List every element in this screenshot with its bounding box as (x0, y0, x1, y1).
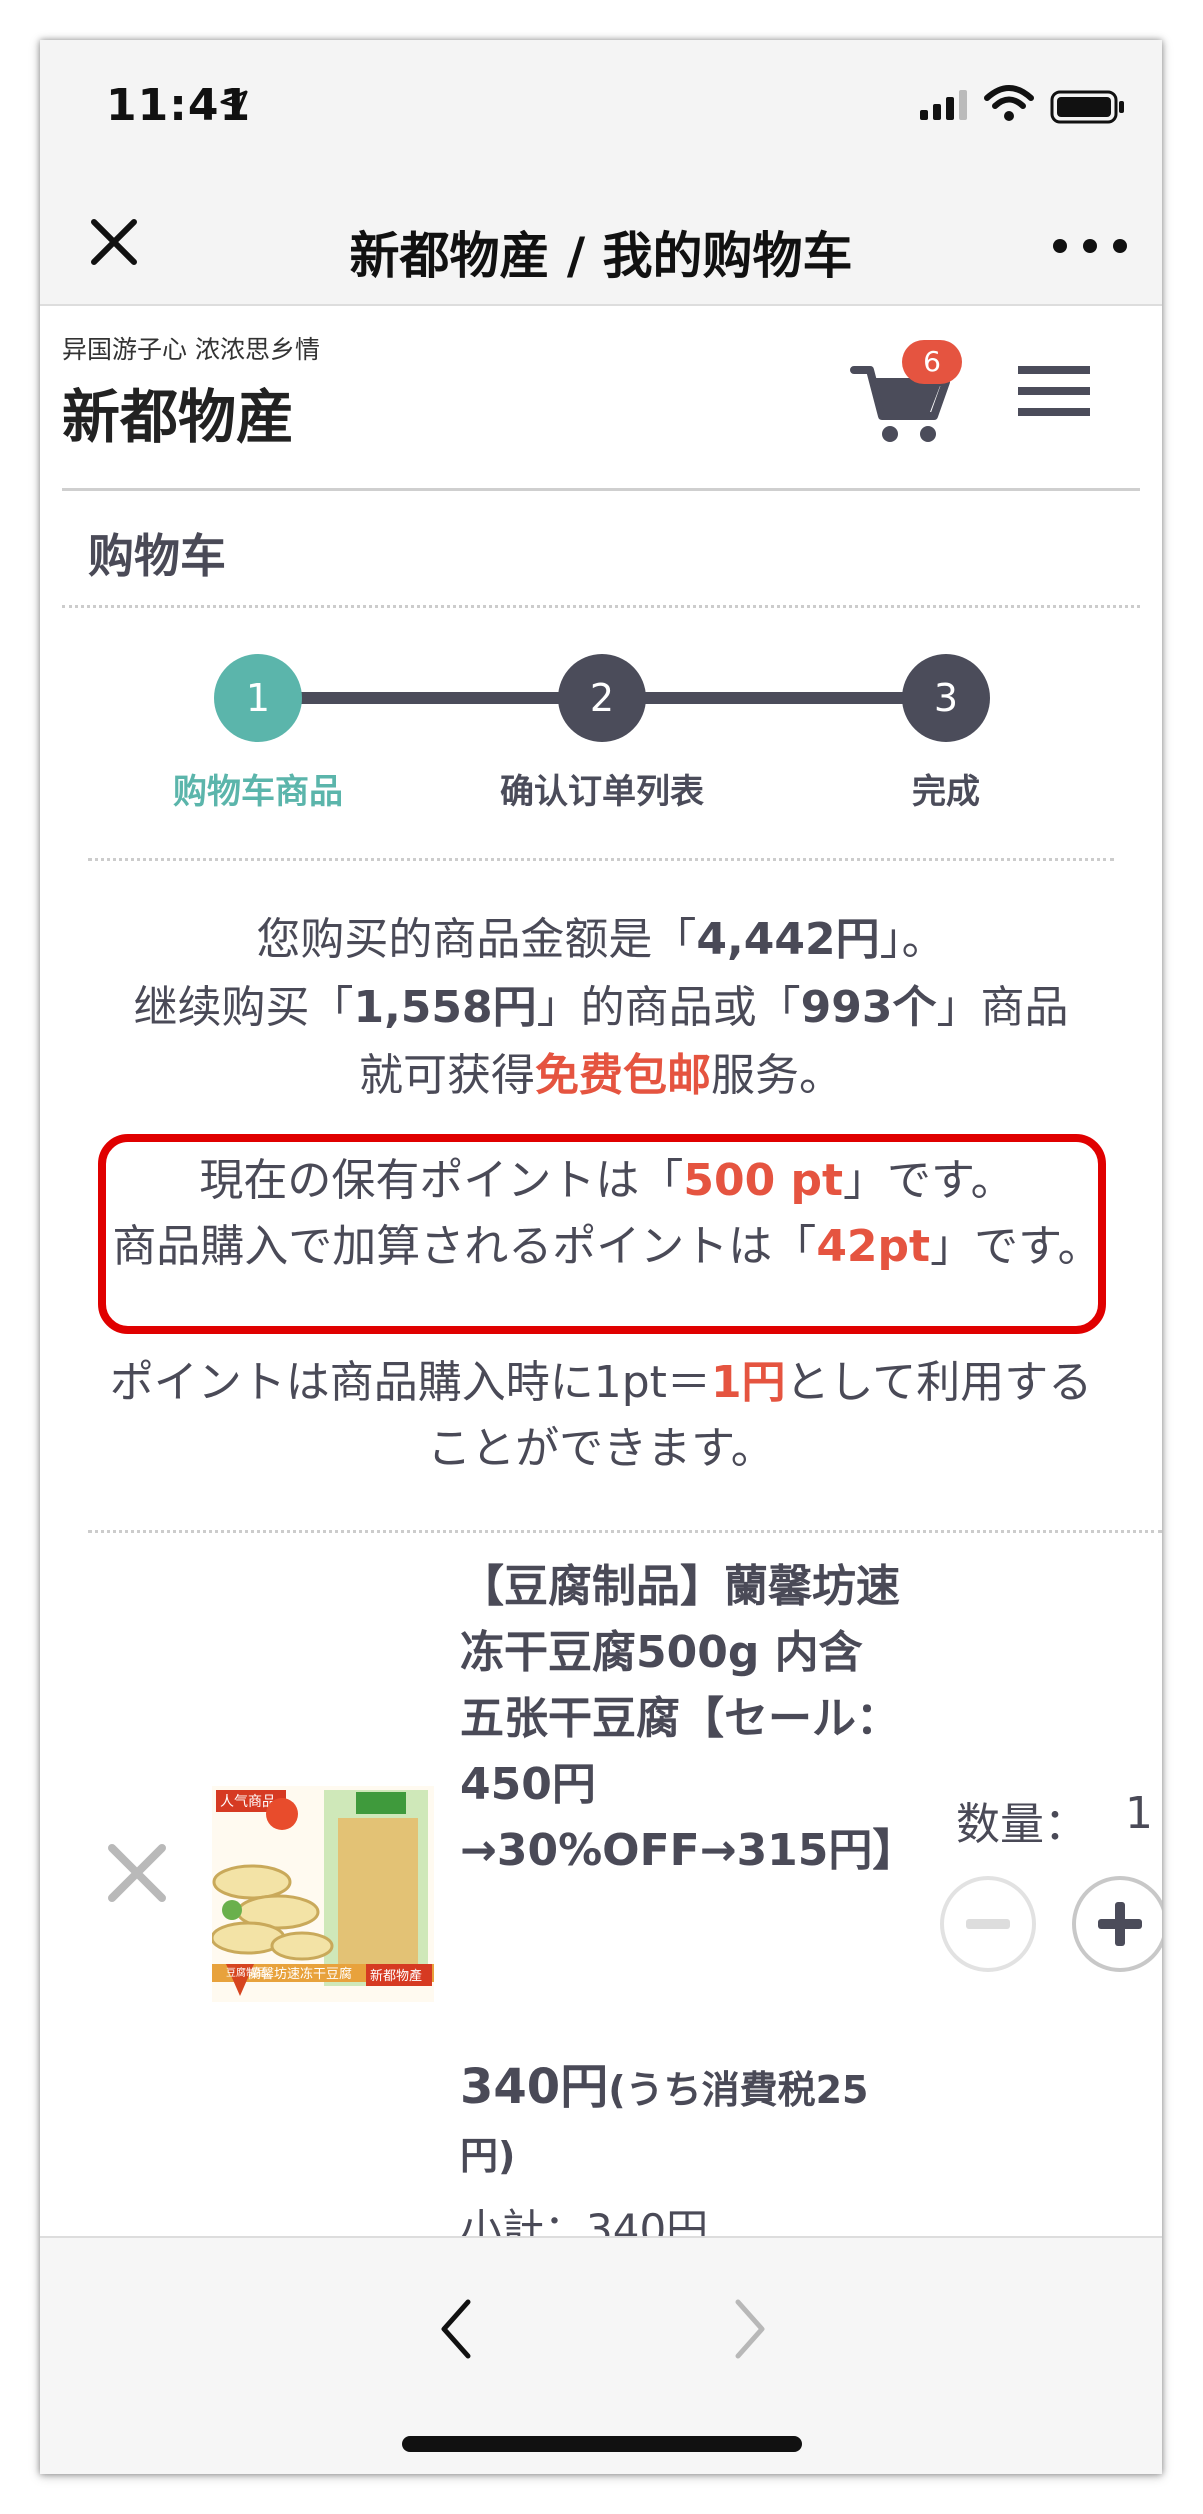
points-text: 現在の保有ポイントは「500 pt」です。 商品購入で加算されるポイントは「42… (100, 1148, 1114, 1280)
close-icon[interactable] (84, 212, 144, 272)
forward-arrow-icon[interactable] (732, 2298, 768, 2360)
site-tagline: 异国游子心 浓浓思乡情 (62, 335, 320, 364)
step-2-circle: 2 (558, 654, 646, 742)
back-arrow-icon[interactable] (438, 2298, 474, 2360)
divider (88, 858, 1114, 861)
phone-screen: 11:41 新都物産 / 我的购物车 异国游子心 浓浓思乡情 新都物産 6 购物… (40, 40, 1162, 2474)
battery-icon (1050, 90, 1124, 124)
points-line-1: 現在の保有ポイントは「500 pt」です。 (199, 1155, 1015, 1206)
bottom-toolbar (40, 2236, 1162, 2474)
site-title[interactable]: 新都物産 (62, 370, 294, 454)
points-line-2: 商品購入で加算されるポイントは「42pt」です。 (112, 1221, 1102, 1272)
divider (62, 605, 1140, 608)
product-price: 340円 (460, 2059, 609, 2115)
quantity-value: 1 (1125, 1788, 1153, 1839)
step-3-label: 完成 (912, 772, 980, 812)
cart-count-badge: 6 (902, 340, 962, 384)
minus-icon[interactable] (938, 1874, 1038, 1974)
product-image[interactable]: 人气商品 蘭馨坊速冻干豆腐 豆腐制品 新都物產 (212, 1786, 434, 2002)
step-1-circle: 1 (214, 654, 302, 742)
location-arrow-icon (220, 90, 248, 118)
step-1-label: 购物车商品 (173, 772, 343, 812)
shipping-info-text: 您购买的商品金额是「4,442円」。 继续购买「1,558円」的商品或「993个… (88, 906, 1114, 1110)
points-note: ポイントは商品購入時に1pt＝1円として利用することができます。 (109, 1357, 1093, 1474)
product-image-tag: 豆腐制品 (226, 1966, 266, 1979)
signal-icon (920, 90, 967, 120)
status-bar: 11:41 (40, 40, 1162, 188)
more-icon[interactable] (1050, 236, 1130, 256)
nav-bar: 新都物産 / 我的购物车 (40, 188, 1162, 306)
menu-icon[interactable] (1018, 364, 1090, 418)
section-title: 购物车 (88, 529, 226, 583)
info-line-1: 您购买的商品金额是「4,442円」。 (256, 914, 946, 965)
nav-title: 新都物産 / 我的购物车 (349, 227, 853, 285)
info-line-2: 继续购买「1,558円」的商品或「993个」商品 (133, 982, 1069, 1033)
product-name[interactable]: 【豆腐制品】蘭馨坊速冻干豆腐500g 内含五张干豆腐【セール：450円→30%O… (460, 1554, 916, 1884)
quantity-label: 数量： (956, 1799, 1088, 1850)
wifi-icon (984, 85, 1034, 121)
info-line-3: 就可获得免费包邮服务。 (359, 1050, 843, 1101)
divider (88, 1530, 1162, 1533)
home-indicator (402, 2436, 802, 2452)
remove-item-icon[interactable] (102, 1838, 172, 1908)
step-3-circle: 3 (902, 654, 990, 742)
product-image-corner: 新都物產 (370, 1968, 422, 1984)
step-2-label: 确认订单列表 (500, 772, 704, 812)
header-divider (62, 488, 1140, 491)
product-price-block: 340円(うち消費税25円) (460, 2054, 900, 2189)
plus-icon[interactable] (1070, 1874, 1162, 1974)
